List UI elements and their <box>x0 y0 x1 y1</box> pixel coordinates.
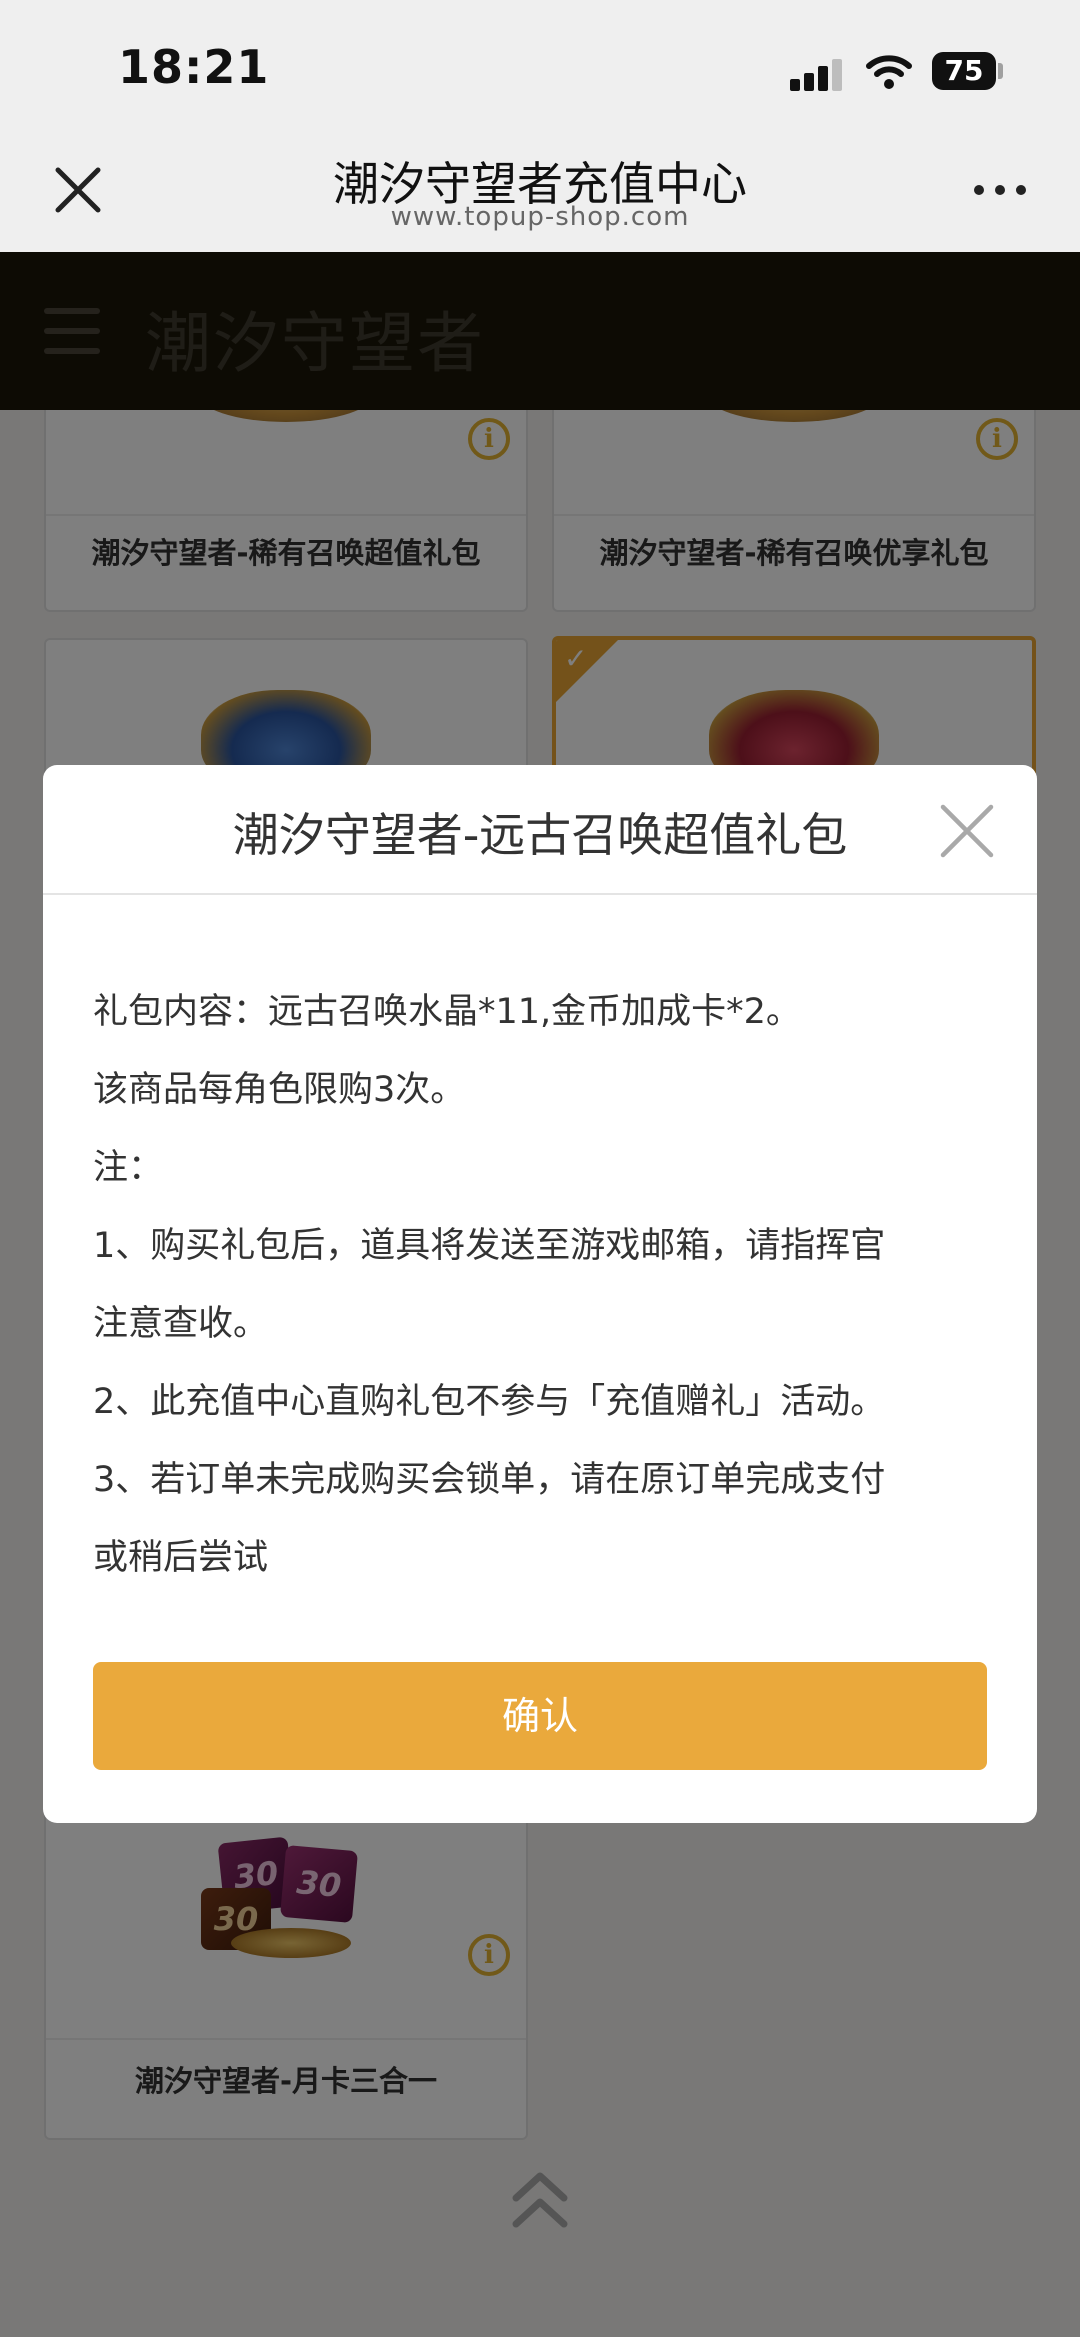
wifi-icon <box>866 55 912 89</box>
dialog-divider <box>43 893 1037 895</box>
dialog-line: 或稍后尝试 <box>93 1538 269 1578</box>
dialog-line: 礼包内容：远古召唤水晶*11,金币加成卡*2。 <box>93 992 801 1032</box>
dialog-line: 该商品每角色限购3次。 <box>93 1070 466 1110</box>
dialog-line: 2、此充值中心直购礼包不参与「充值赠礼」活动。 <box>93 1382 886 1422</box>
status-bar: 18:21 75 <box>0 0 1080 130</box>
browser-url: www.topup-shop.com <box>390 202 690 232</box>
battery-icon: 75 <box>932 52 996 90</box>
dialog-line: 注意查收。 <box>93 1304 269 1344</box>
dialog-title: 潮汐守望者-远古召唤超值礼包 <box>232 808 848 862</box>
more-icon[interactable] <box>970 180 1030 200</box>
gift-pack-dialog: 潮汐守望者-远古召唤超值礼包 礼包内容：远古召唤水晶*11,金币加成卡*2。 该… <box>43 765 1037 1823</box>
browser-header: 潮汐守望者充值中心 www.topup-shop.com <box>0 130 1080 252</box>
cellular-signal-icon <box>790 57 846 91</box>
dialog-line: 1、购买礼包后，道具将发送至游戏邮箱，请指挥官 <box>93 1226 886 1266</box>
dialog-body: 礼包内容：远古召唤水晶*11,金币加成卡*2。 该商品每角色限购3次。 注： 1… <box>93 973 993 1597</box>
close-icon[interactable] <box>939 803 995 859</box>
status-time: 18:21 <box>118 40 270 94</box>
confirm-button[interactable]: 确认 <box>93 1662 987 1770</box>
dialog-line: 注： <box>93 1148 164 1188</box>
dialog-line: 3、若订单未完成购买会锁单，请在原订单完成支付 <box>93 1460 886 1500</box>
battery-tip <box>998 63 1003 79</box>
